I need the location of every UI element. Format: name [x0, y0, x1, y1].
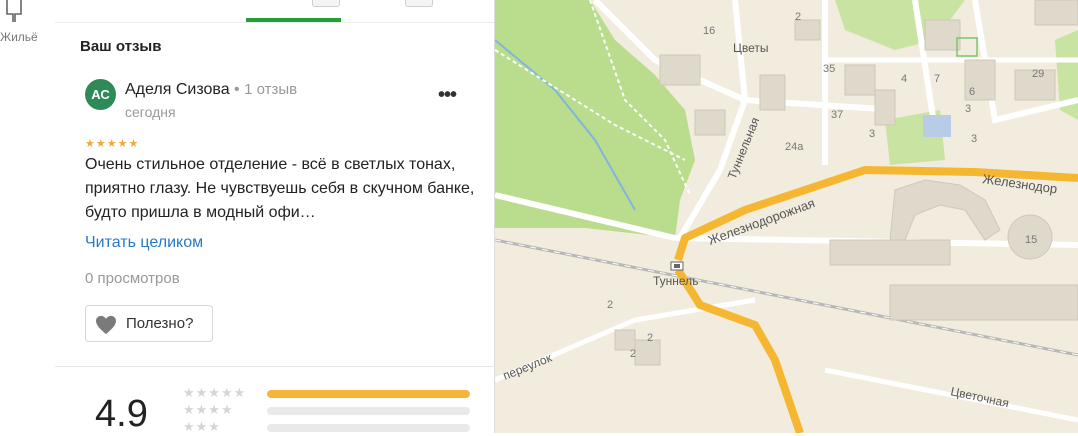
rating-row-stars: ★★★★ [183, 402, 234, 417]
house-number: 2 [647, 332, 653, 344]
house-number: 7 [934, 73, 940, 85]
review-text: Очень стильное отделение - всё в светлых… [85, 156, 475, 221]
views-count: 0 просмотров [85, 270, 180, 287]
rating-stars: ★★★★★ [85, 138, 140, 150]
average-score: 4.9 [95, 393, 148, 435]
more-menu-icon[interactable]: ••• [438, 84, 457, 107]
rating-bar [267, 407, 470, 415]
house-number: 2 [607, 299, 613, 311]
helpful-label: Полезно? [126, 315, 194, 332]
house-pin-icon[interactable] [3, 0, 31, 22]
map-view[interactable]: Туннельная Железнодорожная Железнодор пе… [495, 0, 1078, 433]
heart-icon [96, 315, 116, 335]
map-canvas[interactable]: Туннельная Железнодорожная Железнодор пе… [495, 0, 1078, 433]
rating-bar [267, 424, 470, 432]
author-review-count[interactable]: 1 отзыв [244, 81, 297, 98]
rating-bar [267, 390, 470, 398]
author-line: Аделя Сизова • 1 отзыв [125, 81, 297, 99]
rating-bar-fill [267, 390, 470, 398]
house-number: 16 [703, 25, 715, 37]
tab-indicator[interactable] [312, 0, 340, 7]
house-number: 37 [831, 109, 843, 121]
review-panel: Ваш отзыв АС Аделя Сизова • 1 отзыв сего… [55, 0, 495, 435]
tunnel-marker-icon [670, 261, 684, 271]
avatar[interactable]: АС [85, 79, 116, 110]
street-label: Цветы [733, 41, 769, 55]
house-number: 3 [965, 103, 971, 115]
house-number: 6 [969, 86, 975, 98]
house-number: 3 [971, 133, 977, 145]
read-more-link[interactable]: Читать целиком [85, 234, 203, 252]
helpful-button[interactable]: Полезно? [85, 305, 213, 342]
house-number: 3 [869, 128, 875, 140]
housing-label[interactable]: Жильё [0, 30, 38, 44]
house-number: 15 [1025, 234, 1037, 246]
house-number: 2 [630, 348, 636, 360]
divider [55, 366, 494, 367]
house-number: 29 [1032, 68, 1044, 80]
house-number: 2 [795, 11, 801, 23]
left-nav-strip: Жильё [0, 0, 56, 433]
separator-dot: • [234, 81, 240, 98]
rating-row-stars: ★★★★★ [183, 385, 247, 400]
review-date: сегодня [125, 104, 176, 120]
house-number: 24а [785, 141, 804, 153]
tab-bar [55, 0, 494, 23]
author-name[interactable]: Аделя Сизова [125, 81, 230, 98]
tab-indicator[interactable] [405, 0, 433, 7]
house-number: 35 [823, 63, 835, 75]
street-label: Туннель [653, 274, 698, 288]
section-title: Ваш отзыв [80, 38, 162, 55]
tab-active-underline [246, 18, 341, 22]
house-number: 4 [901, 73, 907, 85]
